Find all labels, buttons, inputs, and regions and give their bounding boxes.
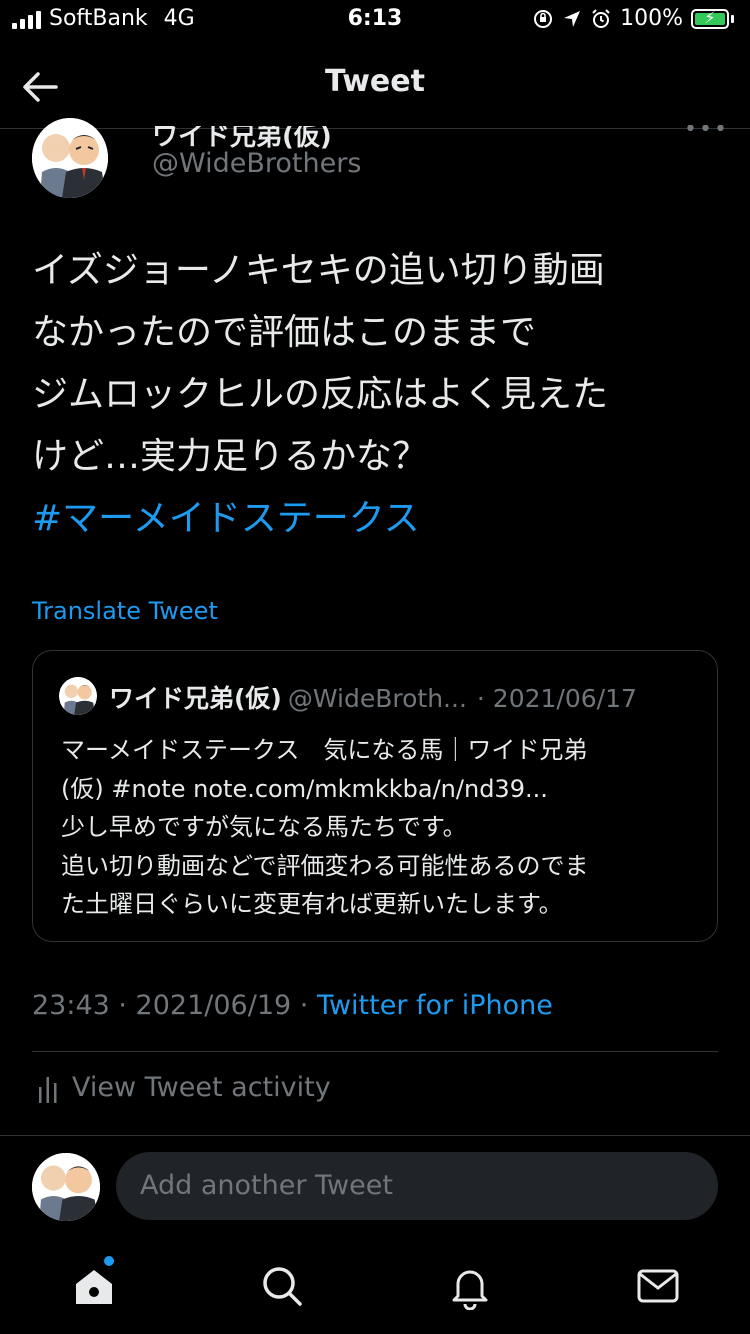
quoted-text-line: 少し早めですが気になる馬たちです。 bbox=[61, 813, 467, 841]
battery-icon: ⚡ bbox=[691, 8, 729, 29]
quoted-tweet-text: マーメイドステークス 気になる馬｜ワイド兄弟 (仮) #note note.co… bbox=[61, 731, 701, 924]
analytics-icon bbox=[39, 1076, 57, 1103]
quoted-author-avatar bbox=[59, 677, 97, 715]
tweet-text: イズジョーノキセキの追い切り動画 なかったので評価はこのままで ジムロックヒルの… bbox=[32, 240, 718, 550]
new-content-badge bbox=[104, 1256, 114, 1266]
quoted-tweet-date: · 2021/06/17 bbox=[476, 684, 637, 713]
quoted-author-handle: @WideBroth... bbox=[287, 684, 467, 713]
quoted-text-line: (仮) #note note.com/mkmkkba/n/nd39... bbox=[61, 774, 548, 803]
notifications-icon[interactable] bbox=[446, 1262, 494, 1310]
location-icon bbox=[564, 10, 581, 27]
view-tweet-activity-button[interactable]: View Tweet activity bbox=[38, 1072, 331, 1103]
author-handle[interactable]: @WideBrothers bbox=[152, 148, 361, 179]
home-icon[interactable] bbox=[70, 1262, 118, 1310]
divider bbox=[32, 1051, 718, 1052]
tweet-text-line: イズジョーノキセキの追い切り動画 bbox=[32, 250, 605, 291]
quoted-text-line: 追い切り動画などで評価変わる可能性あるのでま bbox=[61, 851, 589, 880]
author-avatar[interactable] bbox=[32, 118, 108, 198]
activity-label: View Tweet activity bbox=[72, 1072, 331, 1103]
battery-percent: 100% bbox=[620, 6, 683, 31]
quoted-author-name: ワイド兄弟(仮) bbox=[109, 684, 282, 713]
hashtag-link[interactable]: #マーメイドステークス bbox=[32, 488, 718, 550]
quoted-text-line: マーメイドステークス 気になる馬｜ワイド兄弟 bbox=[61, 736, 588, 764]
quoted-tweet[interactable]: ワイド兄弟(仮) @WideBroth... · 2021/06/17 マーメイドス… bbox=[32, 650, 718, 942]
divider bbox=[0, 1135, 750, 1136]
tweet-meta: 23:43 · 2021/06/19 · Twitter for iPhone bbox=[32, 990, 553, 1021]
tweet-source-link[interactable]: Twitter for iPhone bbox=[317, 990, 553, 1021]
messages-icon[interactable] bbox=[634, 1262, 682, 1310]
tweet-text-line: なかったので評価はこのままで bbox=[32, 312, 537, 353]
alarm-icon bbox=[592, 8, 610, 28]
reply-input[interactable]: Add another Tweet bbox=[116, 1152, 718, 1220]
page-title: Tweet bbox=[325, 64, 425, 99]
battery-tip bbox=[731, 14, 734, 23]
tweet-text-line: けど…実力足りるかな？ bbox=[32, 436, 429, 477]
quoted-tweet-header: ワイド兄弟(仮) @WideBroth... · 2021/06/17 bbox=[109, 679, 637, 715]
translate-tweet-link[interactable]: Translate Tweet bbox=[32, 597, 218, 625]
header: Tweet bbox=[0, 44, 750, 129]
quoted-text-line: た土曜日ぐらいに変更有れば更新いたします。 bbox=[61, 890, 563, 918]
search-icon[interactable] bbox=[258, 1262, 306, 1310]
status-bar: SoftBank 4G 6:13 100% ⚡ bbox=[0, 0, 750, 40]
tweet-timestamp: 23:43 · 2021/06/19 · bbox=[32, 990, 317, 1021]
user-avatar bbox=[32, 1153, 100, 1221]
tweet-text-line: ジムロックヒルの反応はよく見えた bbox=[32, 374, 609, 415]
orientation-lock-icon bbox=[534, 9, 553, 28]
status-right: 100% ⚡ bbox=[532, 6, 734, 31]
